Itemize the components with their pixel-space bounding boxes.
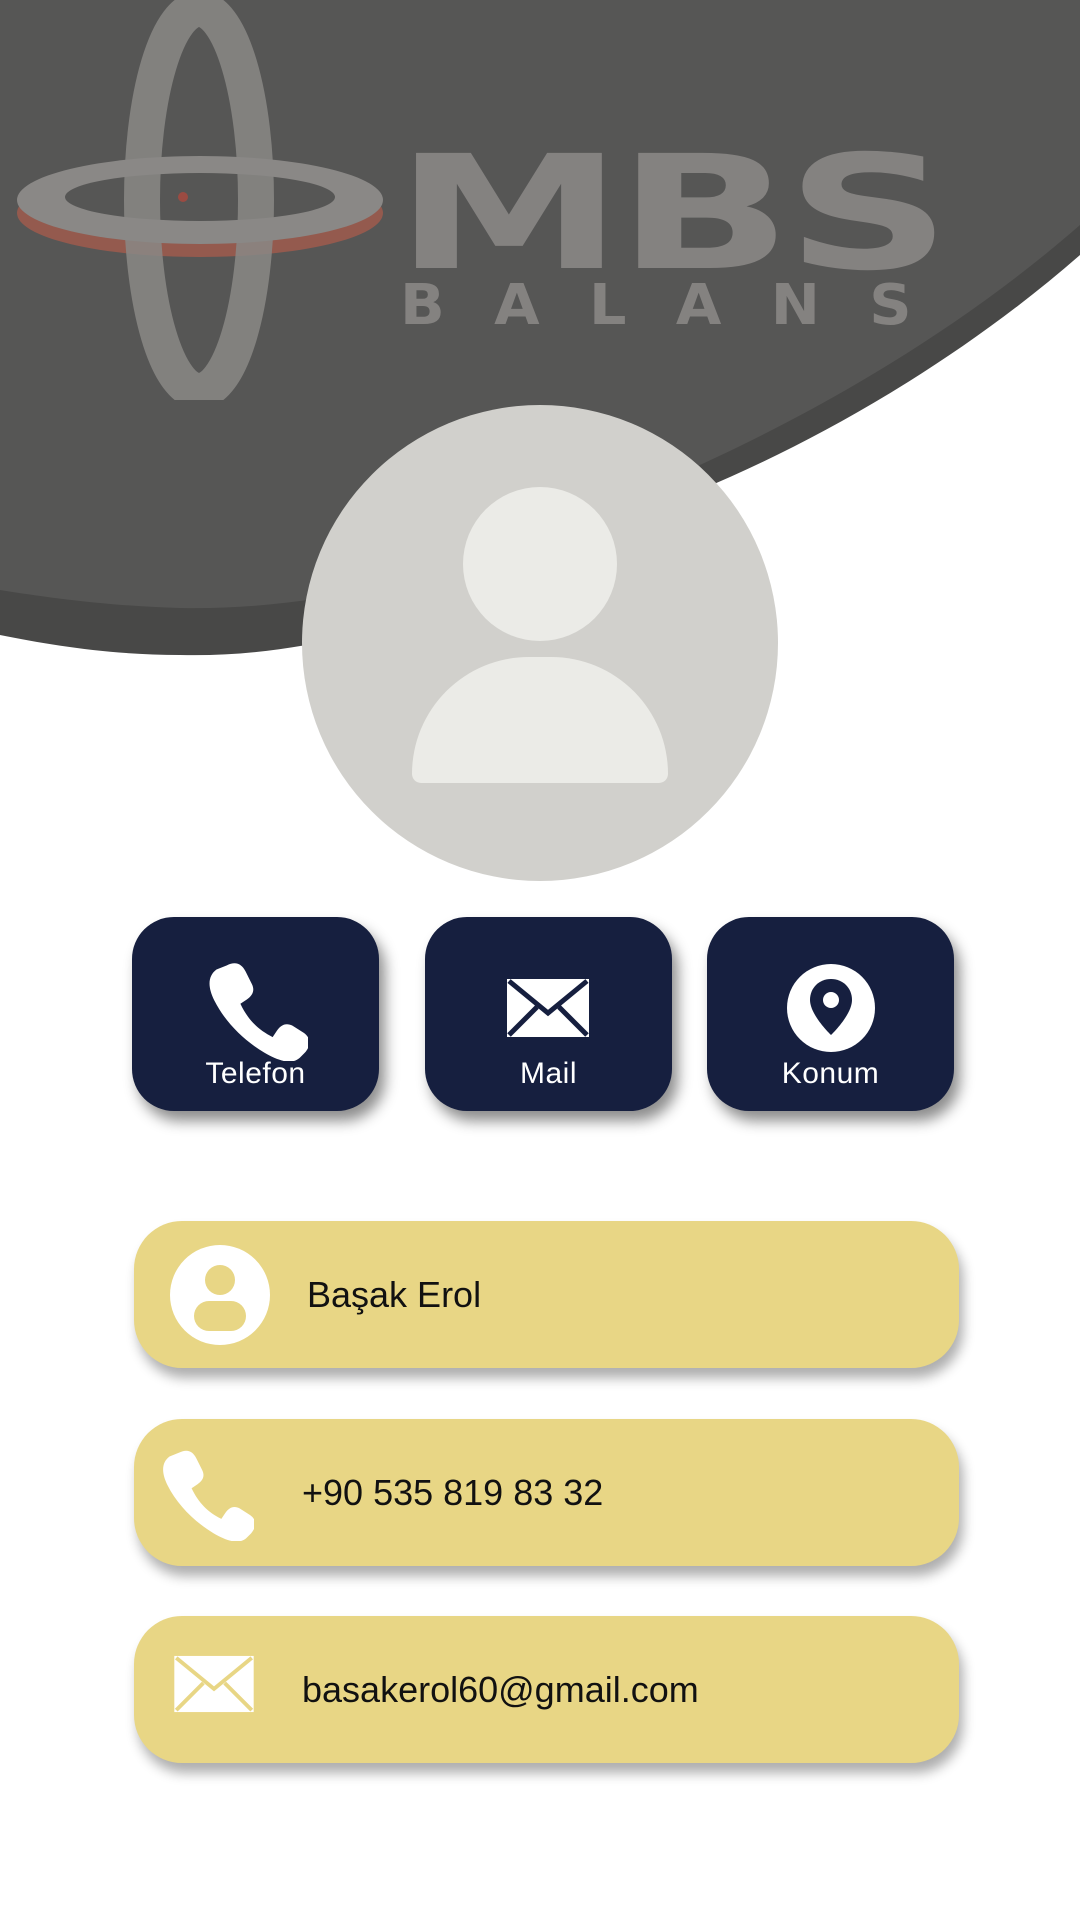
email-card[interactable]: basakerol60@gmail.com	[134, 1616, 959, 1763]
avatar-body	[412, 657, 668, 783]
contact-name: Başak Erol	[307, 1274, 482, 1315]
phone-icon	[163, 1450, 254, 1541]
mail-button-label: Mail	[519, 1057, 577, 1090]
location-button-label: Konum	[781, 1057, 880, 1090]
phone-icon	[209, 963, 308, 1061]
gyroscope-logo-icon	[17, 0, 383, 400]
mail-icon	[507, 979, 589, 1037]
mail-icon	[174, 1655, 254, 1713]
contact-email: basakerol60@gmail.com	[302, 1669, 699, 1710]
phone-button[interactable]: Telefon	[132, 917, 379, 1111]
brand-title: MBS	[395, 122, 951, 306]
location-button[interactable]: Konum	[707, 917, 954, 1111]
phone-button-label: Telefon	[205, 1057, 306, 1090]
brand-logo: MBS BALANS	[0, 0, 1080, 420]
phone-card[interactable]: +90 535 819 83 32	[134, 1419, 959, 1566]
contact-phone: +90 535 819 83 32	[302, 1472, 604, 1513]
brand-subtitle: BALANS	[400, 273, 961, 338]
profile-avatar	[302, 405, 778, 881]
mail-button[interactable]: Mail	[425, 917, 672, 1111]
person-icon	[170, 1245, 270, 1345]
avatar-head	[463, 487, 617, 641]
location-pin-icon	[787, 964, 875, 1052]
name-card: Başak Erol	[134, 1221, 959, 1368]
